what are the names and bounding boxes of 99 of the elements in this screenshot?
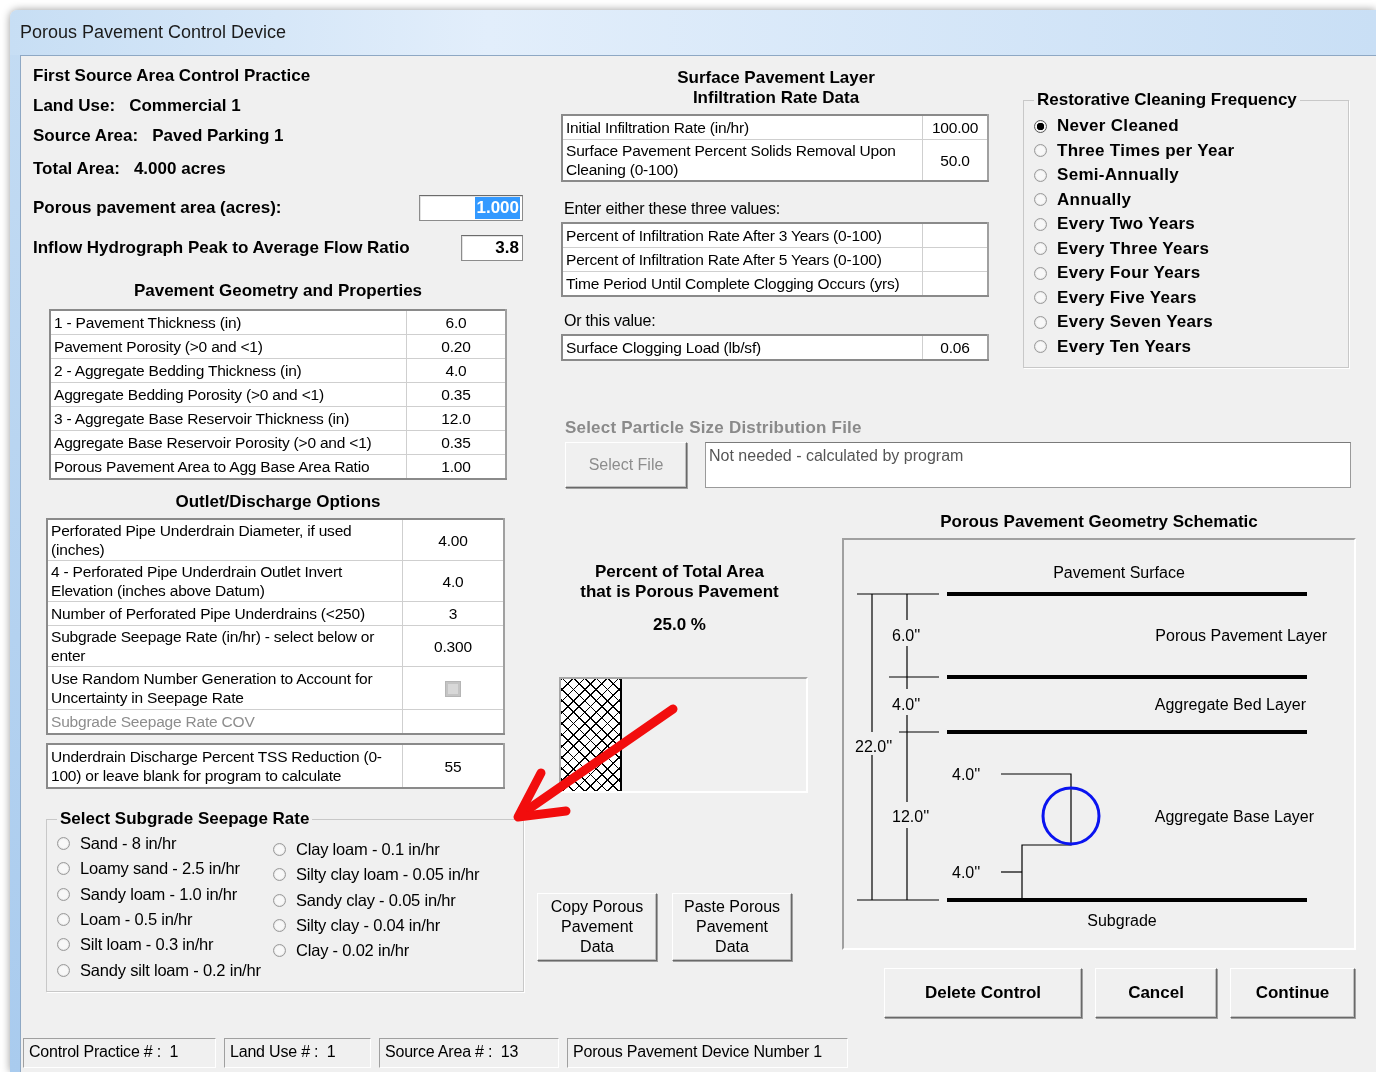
table-cell: 3 - Aggregate Base Reservoir Thickness (in) [50, 406, 407, 431]
group-title: Restorative Cleaning Frequency [1036, 90, 1298, 110]
info-label: Land Use: [33, 96, 116, 116]
action-button[interactable]: Delete Control [884, 968, 1082, 1018]
field-label: Porous pavement area (acres): [33, 198, 282, 218]
table-cell: Pavement Porosity (>0 and <1) [50, 334, 407, 359]
radio-label[interactable]: Silt loam - 0.3 in/hr [80, 935, 214, 955]
table-cell: 4 - Perforated Pipe Underdrain Outlet Invert Elevation (inches above Datum) [47, 560, 403, 602]
action-button[interactable]: Continue [1230, 968, 1355, 1018]
layer-label: Aggregate Bed Layer [1154, 696, 1306, 713]
radio-button[interactable] [57, 963, 70, 977]
window-title: Porous Pavement Control Device [20, 22, 287, 43]
percent-value: 25.0 % [653, 615, 706, 635]
dimension-label: 4.0'' [892, 696, 921, 713]
radio-button[interactable] [273, 843, 286, 857]
radio-button[interactable] [1034, 340, 1047, 354]
table-cell: Aggregate Base Reservoir Porosity (>0 and <1) [50, 430, 407, 455]
surface-label: Pavement Surface [1053, 564, 1185, 581]
layer-label: Aggregate Base Layer [1154, 808, 1314, 825]
dimension-label: 4.0'' [952, 766, 981, 783]
copy-paste-button[interactable]: Paste Porous Pavement Data [672, 893, 792, 961]
status-panel: Land Use # : 1 [224, 1038, 371, 1068]
radio-label[interactable]: Sandy clay - 0.05 in/hr [296, 890, 456, 910]
radio-label[interactable]: Loam - 0.5 in/hr [80, 910, 193, 930]
status-panel: Porous Pavement Device Number 1 [567, 1038, 848, 1068]
status-panel: Control Practice # : 1 [23, 1038, 216, 1068]
field-label: Inflow Hydrograph Peak to Average Flow Ratio [33, 238, 410, 258]
dimension-label: 6.0'' [892, 627, 921, 644]
table-cell: 1 - Pavement Thickness (in) [50, 310, 407, 335]
radio-button[interactable] [1034, 144, 1047, 158]
action-button[interactable]: Cancel [1095, 968, 1217, 1018]
radio-button[interactable] [1034, 193, 1047, 207]
practice-title: First Source Area Control Practice [33, 66, 312, 86]
radio-button[interactable] [57, 837, 70, 851]
radio-label[interactable]: Three Times per Year [1057, 140, 1235, 161]
radio-button[interactable] [1034, 315, 1047, 329]
group-title: Select Subgrade Seepage Rate [59, 809, 311, 829]
radio-label[interactable]: Every Ten Years [1057, 336, 1192, 357]
section-heading: Select Particle Size Distribution File [565, 418, 863, 438]
radio-label[interactable]: Semi-Annually [1057, 165, 1179, 186]
info-label: Total Area: [33, 159, 120, 179]
subgrade-label: Subgrade [1087, 912, 1157, 929]
radio-label[interactable]: Annually [1057, 189, 1132, 210]
radio-button[interactable] [1034, 217, 1047, 231]
radio-label[interactable]: Sandy silt loam - 0.2 in/hr [80, 960, 261, 980]
info-value: 4.000 acres [133, 159, 226, 179]
table-cell: 2 - Aggregate Bedding Thickness (in) [50, 358, 407, 383]
radio-button[interactable] [1034, 266, 1047, 280]
radio-button[interactable] [57, 887, 70, 901]
radio-label[interactable]: Clay - 0.02 in/hr [296, 941, 410, 961]
instruction-text: Or this value: [564, 312, 657, 330]
table-cell: Initial Infiltration Rate (in/hr) [562, 115, 923, 140]
section-heading: Pavement Geometry and Properties [132, 281, 424, 301]
radio-label[interactable]: Sandy loam - 1.0 in/hr [80, 884, 237, 904]
radio-button[interactable] [273, 868, 286, 882]
radio-button[interactable] [1034, 242, 1047, 256]
info-label: Source Area: [33, 126, 139, 146]
section-heading: Surface Pavement Layer Infiltration Rate Data [676, 68, 876, 108]
dimension-label: 22.0'' [855, 738, 893, 755]
info-value: Paved Parking 1 [152, 126, 284, 146]
radio-label[interactable]: Every Two Years [1057, 214, 1196, 235]
layer-label: Porous Pavement Layer [1155, 627, 1327, 644]
radio-label[interactable]: Never Cleaned [1057, 116, 1179, 137]
radio-button[interactable] [273, 893, 286, 907]
checkbox[interactable] [445, 681, 461, 698]
dimension-label: 12.0'' [892, 808, 930, 825]
radio-label[interactable]: Every Five Years [1057, 287, 1197, 308]
radio-button[interactable] [57, 938, 70, 952]
radio-label[interactable]: Every Three Years [1057, 238, 1210, 259]
table-cell: Percent of Infiltration Rate After 5 Years (0-100) [562, 247, 923, 272]
section-heading: Porous Pavement Geometry Schematic [939, 512, 1259, 532]
table-cell: Percent of Infiltration Rate After 3 Years (0-100) [562, 223, 923, 248]
info-value: Commercial 1 [129, 96, 241, 116]
radio-label[interactable]: Every Four Years [1057, 263, 1201, 284]
table-cell: Use Random Number Generation to Account for Uncertainty in Seepage Rate [47, 666, 403, 710]
radio-button[interactable] [1034, 168, 1047, 182]
radio-label[interactable]: Silty clay - 0.04 in/hr [296, 916, 440, 936]
table-cell: Number of Perforated Pipe Underdrains (<250) [47, 601, 403, 626]
radio-label[interactable]: Loamy sand - 2.5 in/hr [80, 859, 240, 879]
radio-label[interactable]: Every Seven Years [1057, 312, 1214, 333]
instruction-text: Enter either these three values: [564, 200, 781, 218]
radio-button[interactable] [273, 919, 286, 933]
radio-button[interactable] [1034, 291, 1047, 305]
copy-paste-button[interactable]: Copy Porous Pavement Data [537, 893, 657, 961]
section-heading: Percent of Total Area that is Porous Pavement [580, 562, 779, 602]
radio-label[interactable]: Silty clay loam - 0.05 in/hr [296, 865, 480, 885]
radio-button[interactable] [1034, 119, 1047, 133]
section-heading: Outlet/Discharge Options [174, 492, 382, 512]
table-cell: Subgrade Seepage Rate (in/hr) - select below or enter [47, 625, 403, 667]
table-cell: Perforated Pipe Underdrain Diameter, if used (inches) [47, 519, 403, 561]
radio-label[interactable]: Clay loam - 0.1 in/hr [296, 840, 440, 860]
input-field[interactable]: 3.8 [461, 235, 523, 261]
radio-button[interactable] [273, 944, 286, 958]
radio-button[interactable] [57, 913, 70, 927]
dimension-label: 4.0'' [952, 864, 981, 881]
status-panel: Source Area # : 13 [379, 1038, 559, 1068]
radio-button[interactable] [57, 862, 70, 876]
radio-label[interactable]: Sand - 8 in/hr [80, 834, 177, 854]
table-cell: Aggregate Bedding Porosity (>0 and <1) [50, 382, 407, 407]
